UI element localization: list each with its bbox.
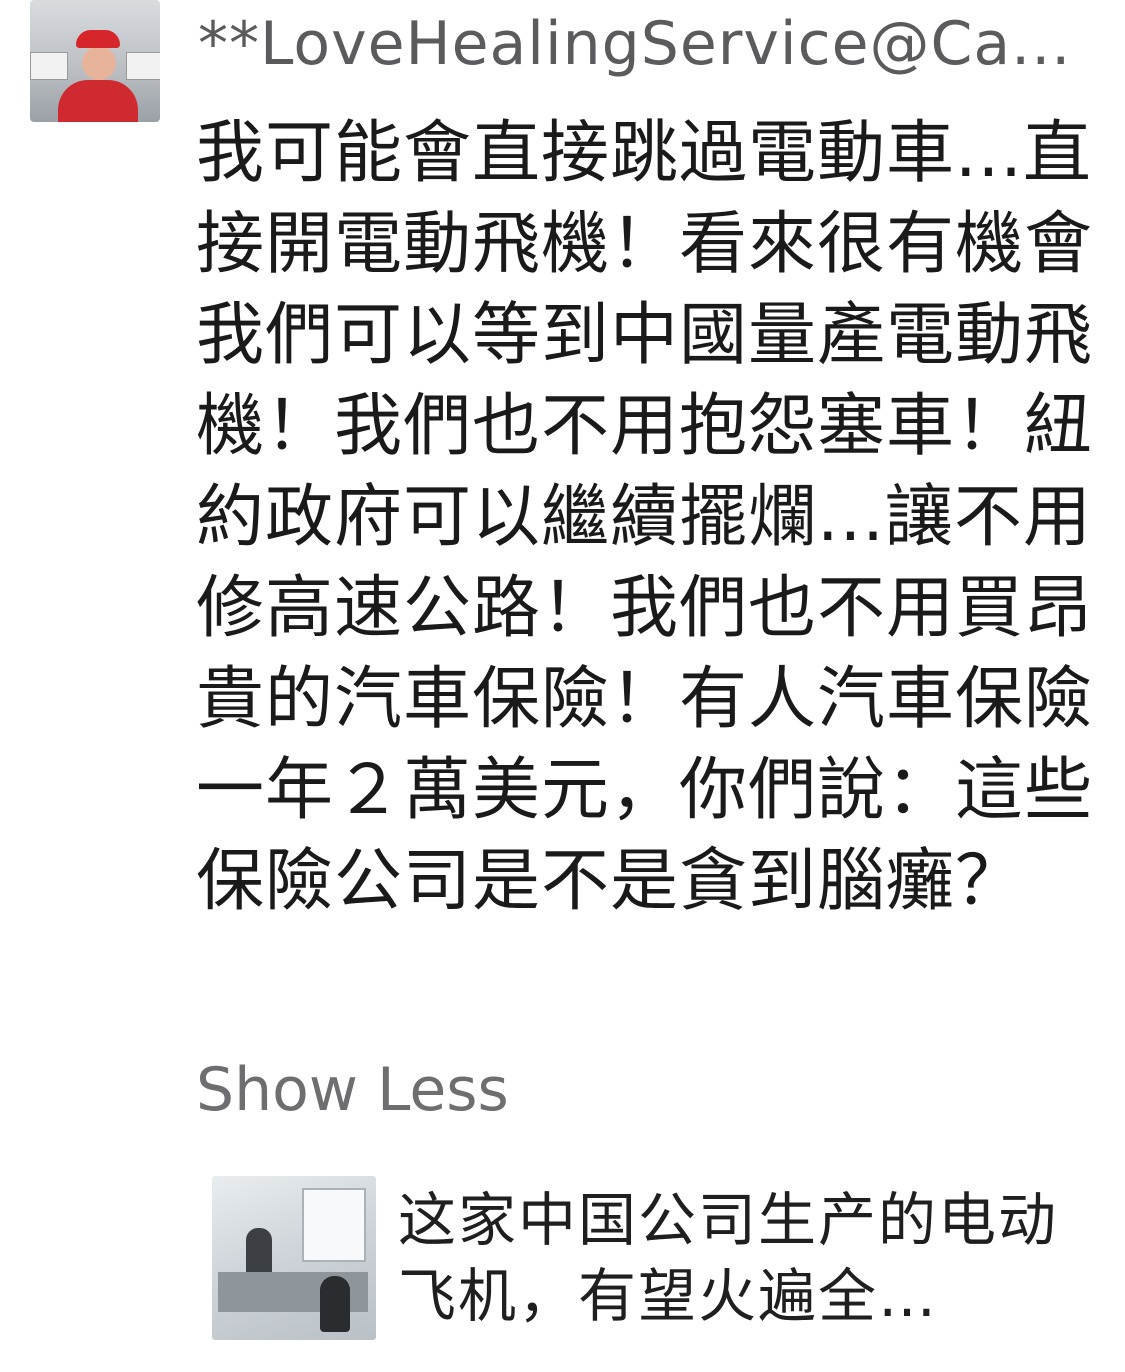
thumbnail-person [246, 1228, 272, 1278]
avatar-shirt [58, 80, 138, 122]
avatar-cap [76, 30, 120, 48]
avatar-sign-right [126, 52, 160, 80]
comment-author[interactable]: **LoveHealingService@Ca... [198, 4, 1088, 84]
link-preview-title[interactable]: 这家中国公司生产的电动飞机，有望火遍全球，... [398, 1182, 1058, 1334]
link-thumbnail [212, 1176, 376, 1340]
show-less-button[interactable]: Show Less [196, 1050, 509, 1130]
avatar-face [82, 46, 116, 80]
avatar-sign-left [30, 52, 68, 80]
comment-text: 我可能會直接跳過電動車...直接開電動飛機！看來很有機會我們可以等到中國量產電動… [196, 114, 1094, 921]
thumbnail-window [302, 1188, 366, 1262]
user-avatar[interactable] [30, 0, 160, 122]
link-preview-card[interactable]: 这家中国公司生产的电动飞机，有望火遍全球，... [212, 1176, 1092, 1340]
thumbnail-person-foreground [320, 1276, 350, 1332]
